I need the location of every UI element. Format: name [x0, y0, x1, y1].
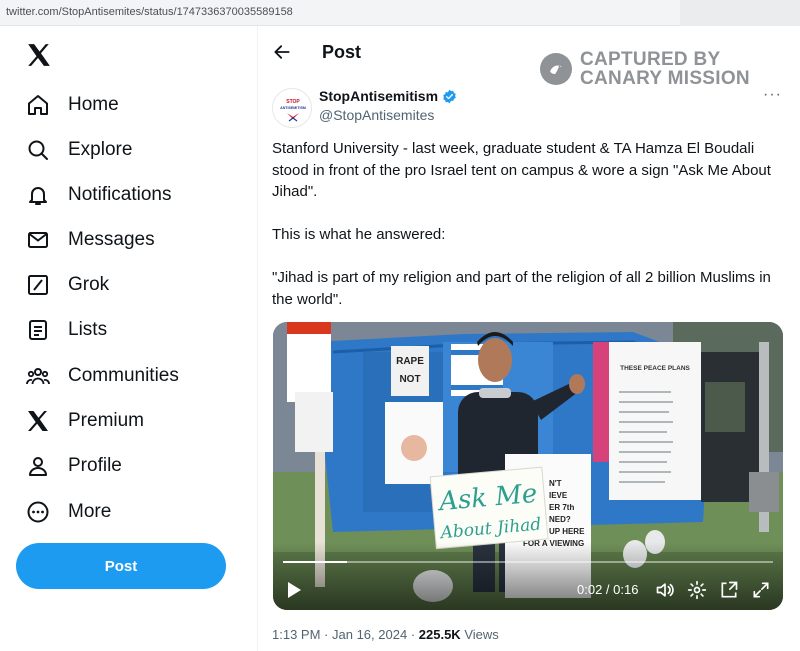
- sidebar-item-lists[interactable]: Lists: [26, 310, 107, 350]
- poster-not-text: NOT: [399, 374, 420, 385]
- search-icon: [26, 138, 50, 162]
- sidebar-item-label: Notifications: [68, 184, 172, 205]
- sidebar-item-more[interactable]: More: [26, 492, 111, 532]
- list-icon: [26, 318, 50, 342]
- avatar-text-stop: STOP: [286, 99, 300, 105]
- sidebar-item-home[interactable]: Home: [26, 85, 119, 125]
- views-label: Views: [464, 627, 499, 642]
- sidebar-item-label: Explore: [68, 139, 133, 160]
- x-logo-icon[interactable]: [26, 42, 54, 70]
- video-progress-fill: [283, 561, 347, 563]
- video-frame: RAPE NOT THESE PEACE PLANS N'T IEVE ER 7…: [273, 322, 783, 610]
- sidebar-item-premium[interactable]: Premium: [26, 401, 144, 441]
- sidebar-item-messages[interactable]: Messages: [26, 220, 155, 260]
- tweet-paragraph: Stanford University - last week, graduat…: [272, 140, 771, 200]
- sidebar-item-label: Grok: [68, 274, 110, 295]
- back-arrow-icon[interactable]: [272, 42, 292, 62]
- picture-in-picture-icon[interactable]: [719, 580, 739, 600]
- envelope-icon: [26, 228, 50, 252]
- flyer-line: N'T: [549, 479, 562, 488]
- sidebar-item-label: More: [68, 501, 112, 522]
- flyer-line: IEVE: [549, 491, 568, 500]
- flyer-line: NED?: [549, 515, 571, 524]
- url-text[interactable]: twitter.com/StopAntisemites/status/17473…: [6, 6, 293, 18]
- flyer-line: ER 7th: [549, 503, 574, 512]
- sidebar-item-label: Home: [68, 94, 119, 115]
- sidebar-item-grok[interactable]: Grok: [26, 265, 109, 305]
- video-duration: 0:16: [613, 582, 639, 597]
- sidebar: Home Explore Notifications Messages Grok…: [0, 26, 258, 651]
- sidebar-item-profile[interactable]: Profile: [26, 446, 122, 486]
- video-time: 0:02 / 0:16: [577, 582, 639, 597]
- more-options-icon[interactable]: ···: [763, 86, 782, 104]
- video-player[interactable]: RAPE NOT THESE PEACE PLANS N'T IEVE ER 7…: [273, 322, 783, 610]
- more-circle-icon: [26, 500, 50, 524]
- tweet-date[interactable]: Jan 16, 2024: [332, 627, 407, 642]
- tweet-paragraph: "Jihad is part of my religion and part o…: [272, 269, 771, 308]
- sidebar-item-explore[interactable]: Explore: [26, 130, 132, 170]
- browser-address-bar[interactable]: twitter.com/StopAntisemites/status/17473…: [0, 0, 800, 26]
- watermark-line-1: CAPTURED BY: [580, 49, 721, 70]
- views-count: 225.5K: [418, 627, 461, 642]
- sidebar-item-label: Communities: [68, 365, 179, 386]
- avatar-text-antisemitism: ANTISEMITISM: [280, 106, 306, 110]
- verified-badge-icon: [442, 89, 457, 104]
- tweet-meta: 1:13 PM · Jan 16, 2024 · 225.5K Views: [272, 627, 499, 642]
- video-current-time: 0:02: [577, 582, 603, 597]
- author-name-text[interactable]: StopAntisemitism: [319, 88, 438, 104]
- main-column: Post CAPTURED BY CANARY MISSION STOP ANT…: [258, 26, 800, 651]
- watermark: CAPTURED BY CANARY MISSION: [540, 50, 750, 88]
- sidebar-item-label: Lists: [68, 319, 108, 340]
- play-icon[interactable]: [285, 580, 303, 600]
- post-button[interactable]: Post: [16, 543, 226, 589]
- sidebar-item-label: Profile: [68, 455, 122, 476]
- poster-rape-text: RAPE: [396, 356, 424, 367]
- grok-icon: [26, 273, 50, 297]
- tweet-paragraph: This is what he answered:: [272, 226, 446, 243]
- video-progress-bar[interactable]: [283, 561, 773, 563]
- sidebar-item-communities[interactable]: Communities: [26, 356, 179, 396]
- flyer-line: UP HERE: [549, 527, 585, 536]
- volume-icon[interactable]: [655, 580, 675, 600]
- bell-icon: [26, 183, 50, 207]
- canary-bird-icon: [540, 53, 572, 85]
- x-logo-icon: [26, 409, 50, 433]
- peace-plans-title: THESE PEACE PLANS: [620, 365, 690, 372]
- watermark-line-2: CANARY MISSION: [580, 68, 750, 89]
- tweet-text: Stanford University - last week, graduat…: [272, 138, 787, 332]
- page-title: Post: [322, 42, 362, 62]
- author-handle[interactable]: @StopAntisemites: [319, 107, 434, 123]
- fullscreen-icon[interactable]: [751, 580, 771, 600]
- person-icon: [26, 454, 50, 478]
- author-name[interactable]: StopAntisemitism: [319, 88, 457, 104]
- people-icon: [26, 364, 50, 388]
- sidebar-item-notifications[interactable]: Notifications: [26, 175, 172, 215]
- browser-toolbar-area: [680, 0, 800, 26]
- sidebar-item-label: Messages: [68, 229, 155, 250]
- home-icon: [26, 93, 50, 117]
- avatar[interactable]: STOP ANTISEMITISM: [272, 88, 312, 128]
- sidebar-item-label: Premium: [68, 410, 145, 431]
- settings-gear-icon[interactable]: [687, 580, 707, 600]
- tweet-time[interactable]: 1:13 PM: [272, 627, 320, 642]
